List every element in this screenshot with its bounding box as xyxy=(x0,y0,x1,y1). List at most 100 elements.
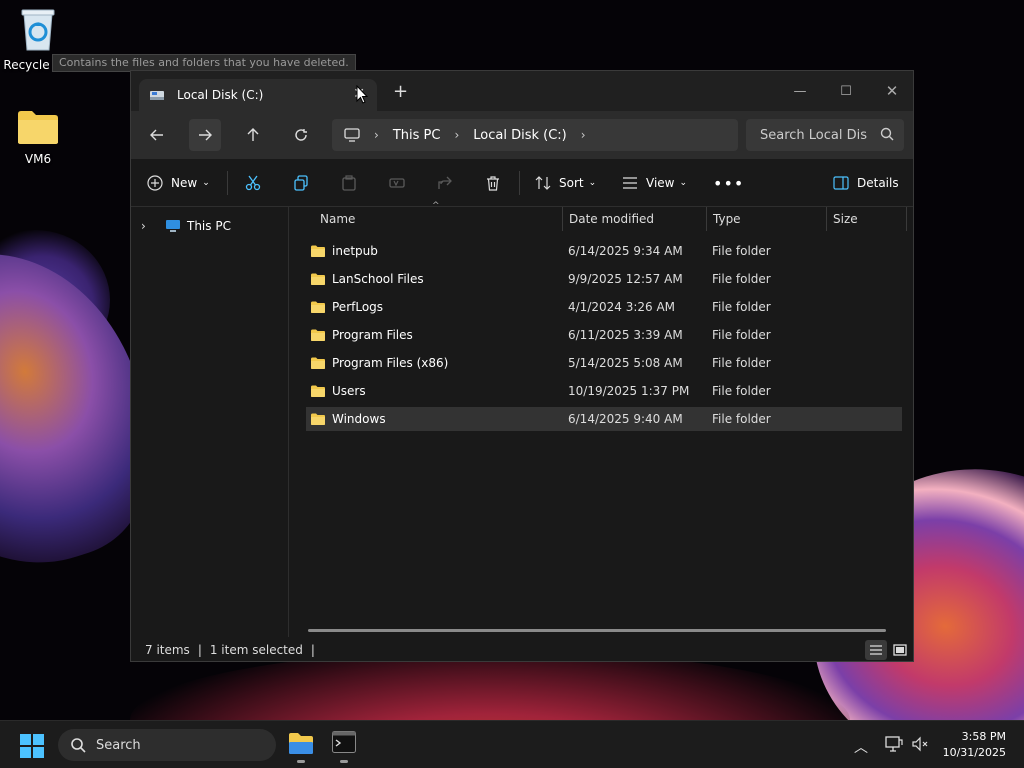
taskbar-app-file-explorer[interactable] xyxy=(288,731,314,763)
search-input[interactable]: Search Local Dis xyxy=(746,119,904,151)
file-row[interactable]: LanSchool Files 9/9/2025 12:57 AM File fol… xyxy=(306,267,902,291)
file-name-cell: PerfLogs xyxy=(310,300,383,314)
chevron-right-icon[interactable]: › xyxy=(141,219,159,233)
view-button[interactable]: View ⌄ xyxy=(622,171,687,195)
horizontal-scrollbar[interactable] xyxy=(308,629,886,632)
delete-button[interactable] xyxy=(485,171,501,195)
share-icon xyxy=(438,176,452,189)
forward-button[interactable] xyxy=(189,119,221,151)
title-bar: Local Disk (C:) ✕ + — ☐ ✕ xyxy=(131,71,913,111)
file-name-cell: Program Files xyxy=(310,328,413,342)
tiles-view-icon xyxy=(893,644,907,656)
chevron-right-icon[interactable]: › xyxy=(581,128,586,142)
selection-count: 1 item selected xyxy=(209,643,303,657)
minimize-button[interactable]: — xyxy=(777,77,823,105)
column-header-size[interactable]: Size xyxy=(827,207,907,231)
taskbar-app-terminal[interactable] xyxy=(332,731,356,763)
tiles-view-toggle[interactable] xyxy=(889,640,911,660)
taskbar-search-label: Search xyxy=(96,737,141,753)
new-tab-button[interactable]: + xyxy=(393,83,408,101)
details-view-toggle[interactable] xyxy=(865,640,887,660)
new-button[interactable]: New ⌄ xyxy=(147,171,210,195)
breadcrumb-local-disk[interactable]: Local Disk (C:) xyxy=(473,128,566,143)
file-date: 10/19/2025 1:37 PM xyxy=(568,384,690,398)
volume-status[interactable] xyxy=(911,736,929,755)
taskbar-search[interactable]: Search xyxy=(58,729,276,761)
tab-label: Local Disk (C:) xyxy=(177,88,264,102)
file-name-cell: inetpub xyxy=(310,244,378,258)
network-icon xyxy=(885,736,903,752)
windows-logo-icon xyxy=(20,734,44,758)
list-view-icon xyxy=(623,177,637,189)
desktop-icon-vm6[interactable]: VM6 xyxy=(0,108,76,166)
file-date: 6/11/2025 3:39 AM xyxy=(568,328,683,342)
share-button[interactable] xyxy=(437,171,453,195)
maximize-button[interactable]: ☐ xyxy=(823,77,869,105)
column-header-label: Name xyxy=(320,212,356,226)
search-icon xyxy=(71,738,86,753)
file-list: Name ^ Date modified Type Size inetpub 6/… xyxy=(290,201,914,637)
navpane-item-this-pc[interactable]: › This PC xyxy=(141,219,231,233)
new-label: New xyxy=(171,176,198,190)
details-button[interactable]: Details xyxy=(833,171,899,195)
file-type: File folder xyxy=(712,412,771,426)
column-header-date[interactable]: Date modified xyxy=(563,207,707,231)
file-row[interactable]: PerfLogs 4/1/2024 3:26 AM File folder xyxy=(306,295,902,319)
start-button[interactable] xyxy=(20,734,44,761)
file-explorer-window: Local Disk (C:) ✕ + — ☐ ✕ › This PC › Lo… xyxy=(130,70,914,662)
sort-label: Sort xyxy=(559,176,584,190)
details-label: Details xyxy=(857,176,899,190)
file-row[interactable]: Windows 6/14/2025 9:40 AM File folder xyxy=(306,407,902,431)
more-options-button[interactable]: ••• xyxy=(713,171,744,195)
file-row[interactable]: Program Files (x86) 5/14/2025 5:08 AM File… xyxy=(306,351,902,375)
search-icon xyxy=(880,127,894,141)
file-date: 6/14/2025 9:34 AM xyxy=(568,244,683,258)
arrow-left-icon xyxy=(150,129,163,141)
column-header-type[interactable]: Type xyxy=(707,207,827,231)
tab-local-disk[interactable]: Local Disk (C:) ✕ xyxy=(139,79,377,111)
file-type: File folder xyxy=(712,356,771,370)
status-bar: 7 items | 1 item selected | xyxy=(131,637,913,663)
this-pc-icon xyxy=(166,220,180,232)
back-button[interactable] xyxy=(141,119,173,151)
folder-icon xyxy=(311,245,325,257)
taskbar: Search ︿ 3:58 PM 10/31/2025 xyxy=(0,720,1024,768)
column-header-label: Date modified xyxy=(569,212,655,226)
recycle-bin-icon xyxy=(21,9,55,51)
system-clock[interactable]: 3:58 PM 10/31/2025 xyxy=(943,729,1006,761)
file-row[interactable]: Users 10/19/2025 1:37 PM File folder xyxy=(306,379,902,403)
network-status[interactable] xyxy=(885,736,903,755)
file-explorer-icon xyxy=(289,733,313,754)
ellipsis-icon: ••• xyxy=(713,173,745,193)
details-pane-icon xyxy=(833,176,849,190)
file-date: 9/9/2025 12:57 AM xyxy=(568,272,683,286)
copy-icon xyxy=(294,175,308,191)
cut-button[interactable] xyxy=(245,171,261,195)
navpane-item-label: This PC xyxy=(187,219,231,233)
up-button[interactable] xyxy=(237,119,269,151)
volume-muted-icon xyxy=(912,736,928,752)
file-name-cell: LanSchool Files xyxy=(310,272,424,286)
file-name: PerfLogs xyxy=(332,300,384,314)
file-name: Windows xyxy=(332,412,386,426)
sort-button[interactable]: Sort ⌄ xyxy=(535,171,596,195)
file-row[interactable]: inetpub 6/14/2025 9:34 AM File folder xyxy=(306,239,902,263)
drive-icon xyxy=(150,91,164,100)
show-hidden-icons-button[interactable]: ︿ xyxy=(854,737,868,757)
address-bar[interactable]: › This PC › Local Disk (C:) › xyxy=(332,119,738,151)
file-row[interactable]: Program Files 6/11/2025 3:39 AM File folde… xyxy=(306,323,902,347)
arrow-right-icon xyxy=(199,129,212,141)
search-placeholder: Search Local Dis xyxy=(760,127,868,143)
column-header-name[interactable]: Name ^ xyxy=(290,201,563,231)
rename-button[interactable] xyxy=(389,171,405,195)
column-header-label: Size xyxy=(833,212,858,226)
paste-button[interactable] xyxy=(341,171,357,195)
copy-button[interactable] xyxy=(293,171,309,195)
breadcrumb-this-pc[interactable]: This PC xyxy=(393,128,441,143)
file-type: File folder xyxy=(712,300,771,314)
rename-icon xyxy=(389,178,405,188)
close-window-button[interactable]: ✕ xyxy=(869,77,915,105)
file-name: LanSchool Files xyxy=(332,272,424,286)
refresh-button[interactable] xyxy=(285,119,317,151)
clock-date: 10/31/2025 xyxy=(942,746,1006,759)
